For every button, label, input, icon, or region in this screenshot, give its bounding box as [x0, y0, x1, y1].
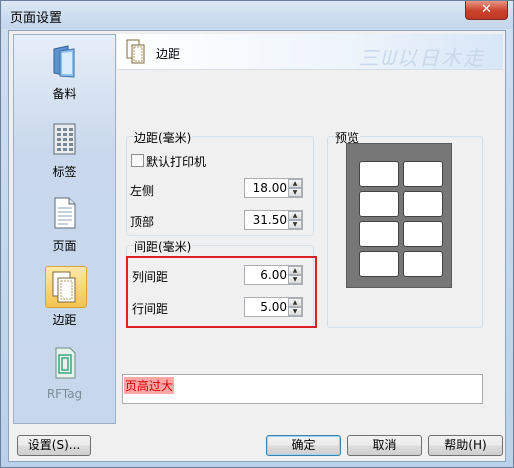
sidebar-item-label: 页面: [52, 239, 77, 253]
top-margin-stepper[interactable]: 31.50 ▲ ▼: [244, 210, 303, 230]
decrement-button[interactable]: ▼: [288, 188, 302, 197]
decrement-button[interactable]: ▼: [288, 220, 302, 229]
section-title: 边距: [156, 47, 181, 61]
preview-label-cell: [403, 221, 443, 247]
preview-label-cell: [359, 161, 399, 187]
default-printer-label: 默认打印机: [146, 155, 207, 169]
preview-label-cell: [403, 161, 443, 187]
left-margin-value[interactable]: 18.00: [247, 181, 287, 195]
default-printer-checkbox[interactable]: [131, 154, 144, 167]
margin-pages-icon: [52, 271, 76, 303]
grid-sheet-icon: [53, 123, 76, 155]
spacing-group-title: 间距(毫米): [133, 238, 193, 255]
preview-label-cell: [359, 251, 399, 277]
close-button[interactable]: ✕: [465, 1, 508, 20]
preview-label-cell: [403, 251, 443, 277]
spin-buttons: ▲ ▼: [288, 179, 302, 197]
page-setup-dialog: 页面设置 ✕ 备料 标签 页面 边距 RFTag 边距 三ᗯ以日木走 边距(毫米…: [0, 0, 514, 468]
spin-buttons: ▲ ▼: [288, 211, 302, 229]
sidebar-item-labels[interactable]: 标签: [14, 121, 115, 189]
preview-page: [346, 143, 452, 288]
title-bar[interactable]: 页面设置 ✕: [1, 1, 513, 29]
watermark-logo: 三ᗯ以日木走: [358, 46, 485, 70]
ok-button[interactable]: 确定: [266, 435, 341, 456]
left-margin-label: 左侧: [130, 184, 155, 198]
increment-button[interactable]: ▲: [288, 179, 302, 188]
dialog-client: 备料 标签 页面 边距 RFTag 边距 三ᗯ以日木走 边距(毫米) 默认打印机…: [8, 30, 506, 462]
setup-button[interactable]: 设置(S)...: [17, 435, 91, 456]
left-margin-stepper[interactable]: 18.00 ▲ ▼: [244, 178, 303, 198]
preview-label-cell: [359, 221, 399, 247]
cancel-button[interactable]: 取消: [347, 435, 422, 456]
margins-group-title: 边距(毫米): [133, 129, 193, 146]
sidebar-item-label: RFTag: [46, 387, 83, 401]
sidebar: 备料 标签 页面 边距 RFTag: [13, 34, 116, 424]
increment-button[interactable]: ▲: [288, 211, 302, 220]
folder-icon: [53, 45, 75, 78]
spacing-highlight-box: [126, 256, 317, 328]
sidebar-item-page[interactable]: 页面: [14, 195, 115, 263]
sidebar-item-label: 备料: [52, 87, 77, 101]
sidebar-item-rftag[interactable]: RFTag: [14, 345, 115, 413]
help-button[interactable]: 帮助(H): [428, 435, 503, 456]
top-margin-label: 顶部: [130, 215, 155, 229]
window-title: 页面设置: [10, 11, 63, 26]
preview-label-cell: [403, 191, 443, 217]
page-icon: [54, 197, 76, 229]
sidebar-item-label: 边距: [52, 313, 77, 327]
rftag-icon: [55, 347, 76, 379]
sidebar-item-margins[interactable]: 边距: [14, 266, 115, 337]
margin-pages-icon: [126, 39, 145, 64]
sidebar-item-materials[interactable]: 备料: [14, 43, 115, 111]
status-message-box: 页高过大: [122, 374, 483, 404]
sidebar-item-label: 标签: [52, 165, 77, 179]
top-margin-value[interactable]: 31.50: [247, 213, 287, 227]
preview-label-cell: [359, 191, 399, 217]
section-header: 边距 三ᗯ以日木走: [117, 34, 503, 70]
status-message: 页高过大: [124, 377, 175, 394]
